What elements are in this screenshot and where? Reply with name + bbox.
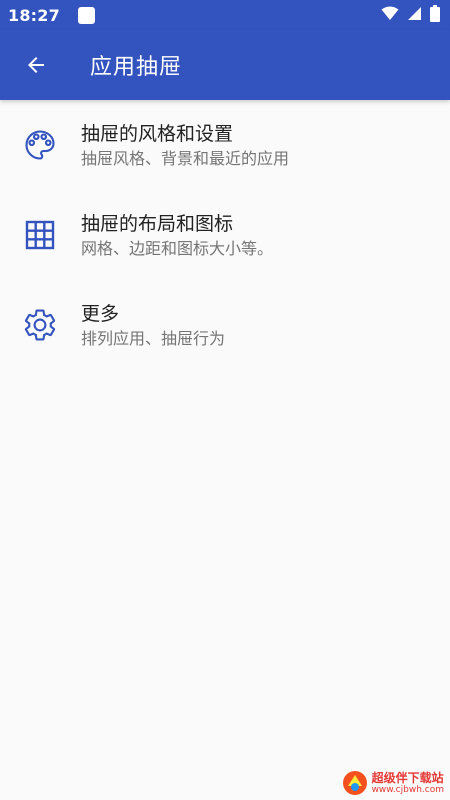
palette-icon — [22, 127, 58, 163]
page-title: 应用抽屉 — [90, 55, 183, 80]
watermark-url: www.cjbwh.com — [371, 784, 444, 795]
item-title: 抽屉的布局和图标 — [81, 212, 234, 235]
item-subtitle: 排列应用、抽屉行为 — [81, 328, 226, 348]
list-item-drawer-layout[interactable]: 抽屉的布局和图标 网格、边距和图标大小等。 — [0, 190, 450, 280]
list-item-more[interactable]: 更多 排列应用、抽屉行为 — [0, 280, 450, 370]
item-text: 抽屉的布局和图标 网格、边距和图标大小等。 — [81, 211, 273, 260]
settings-list: 抽屉的风格和设置 抽屉风格、背景和最近的应用 抽屉的布局和图标 网格、边距和图标… — [0, 100, 450, 370]
grid-icon — [22, 217, 58, 253]
watermark-name: 超级伴下载站 — [371, 770, 444, 785]
status-icons — [381, 4, 440, 26]
app-bar: 应用抽屉 — [0, 30, 450, 100]
list-item-drawer-style[interactable]: 抽屉的风格和设置 抽屉风格、背景和最近的应用 — [0, 100, 450, 190]
gear-icon — [22, 307, 58, 343]
watermark-logo-icon — [342, 771, 367, 795]
item-subtitle: 抽屉风格、背景和最近的应用 — [81, 148, 290, 168]
item-title: 更多 — [81, 302, 120, 325]
status-time: 18:27 — [8, 5, 60, 25]
notification-icon — [77, 6, 95, 24]
watermark-text: 超级伴下载站 www.cjbwh.com — [372, 772, 444, 795]
item-title: 抽屉的风格和设置 — [81, 122, 234, 145]
arrow-back-icon — [28, 57, 44, 73]
app-screen: 18:27 应用抽屉 抽屉的风格和设置 抽屉风格、背景和最近的应用 抽屉的布局和… — [0, 0, 450, 800]
battery-icon — [430, 4, 440, 26]
signal-icon — [407, 6, 422, 25]
item-text: 更多 排列应用、抽屉行为 — [81, 301, 225, 350]
watermark: 超级伴下载站 www.cjbwh.com — [342, 770, 444, 796]
item-subtitle: 网格、边距和图标大小等。 — [81, 238, 274, 258]
wifi-icon — [381, 6, 399, 25]
status-bar: 18:27 — [0, 0, 450, 30]
item-text: 抽屉的风格和设置 抽屉风格、背景和最近的应用 — [81, 121, 289, 170]
back-button[interactable] — [8, 37, 64, 93]
